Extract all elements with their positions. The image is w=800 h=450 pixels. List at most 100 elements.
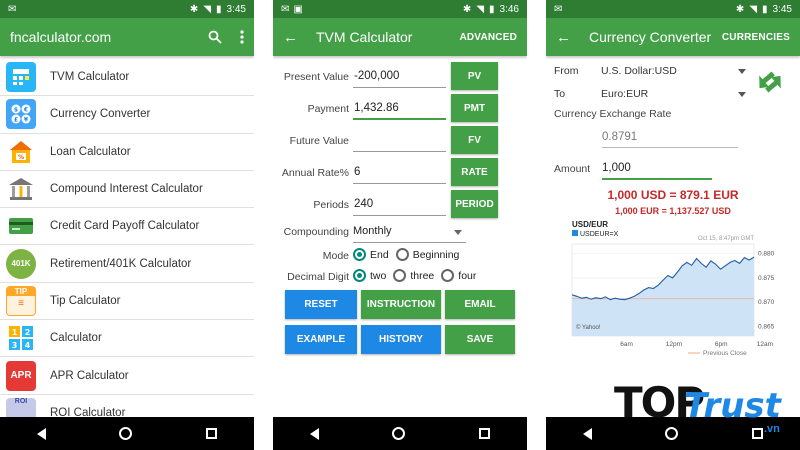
to-currency-select[interactable]: Euro:EUR bbox=[601, 88, 741, 100]
toptrust-logo: TOP Trust .vn bbox=[614, 378, 781, 435]
field-label: Compounding bbox=[283, 226, 349, 238]
mail-icon: ✉ bbox=[8, 3, 17, 15]
fv-button[interactable]: FV bbox=[451, 126, 498, 154]
svg-text:1: 1 bbox=[12, 328, 18, 337]
back-icon[interactable] bbox=[36, 427, 46, 440]
reset-button[interactable]: RESET bbox=[285, 290, 357, 319]
mode-beginning-radio[interactable]: Beginning bbox=[395, 248, 459, 261]
annual-rate-input[interactable]: 6 bbox=[353, 162, 446, 184]
pmt-button[interactable]: PMT bbox=[451, 94, 498, 122]
currencies-button[interactable]: CURRENCIES bbox=[722, 32, 790, 43]
y-tick-label: 0.880 bbox=[758, 251, 775, 258]
recents-icon[interactable] bbox=[206, 428, 218, 439]
instruction-button[interactable]: INSTRUCTION bbox=[361, 290, 441, 319]
dropdown-caret-icon bbox=[454, 230, 462, 235]
swap-arrows-icon[interactable] bbox=[752, 64, 788, 100]
present-value-input[interactable]: -200,000 bbox=[353, 66, 446, 88]
payment-input[interactable]: 1,432.86 bbox=[353, 98, 446, 120]
list-item-loan[interactable]: % Loan Calculator bbox=[0, 134, 254, 171]
bluetooth-icon: ✱ bbox=[735, 3, 745, 15]
example-button[interactable]: EXAMPLE bbox=[285, 325, 357, 354]
radio-checked-icon bbox=[353, 269, 366, 282]
status-bar: ✉ ✱ ◥ ▮ 3:45 bbox=[0, 0, 254, 18]
list-item-label: Calculator bbox=[50, 332, 102, 345]
payment-row: Payment 1,432.86 PMT bbox=[273, 94, 527, 122]
to-row: To Euro:EUR bbox=[554, 85, 754, 105]
action-buttons: RESET INSTRUCTION EMAIL EXAMPLE HISTORY … bbox=[285, 290, 515, 354]
y-tick-label: 0.870 bbox=[758, 299, 775, 306]
previous-close-legend: Previous Close bbox=[703, 350, 747, 357]
pv-button[interactable]: PV bbox=[451, 62, 498, 90]
notification-icons: ✉ bbox=[8, 4, 16, 15]
history-button[interactable]: HISTORY bbox=[361, 325, 441, 354]
bluetooth-icon: ✱ bbox=[462, 3, 472, 15]
list-item-label: Retirement/401K Calculator bbox=[50, 257, 192, 270]
exchange-rate-chart: USD/EUR USDEUR=X Oct 15, 8:47pm GMT 0.86… bbox=[571, 220, 775, 357]
search-icon[interactable] bbox=[208, 30, 222, 44]
screen-title: TVM Calculator bbox=[316, 29, 413, 45]
amount-input[interactable]: 1,000 bbox=[602, 158, 712, 180]
home-icon[interactable] bbox=[392, 427, 406, 440]
app-bar: fncalculator.com bbox=[0, 18, 254, 56]
svg-text:2: 2 bbox=[25, 328, 31, 337]
list-item-calculator[interactable]: 1234 Calculator bbox=[0, 320, 254, 358]
rate-button[interactable]: RATE bbox=[451, 158, 498, 186]
decimal-two-radio[interactable]: two bbox=[353, 269, 386, 282]
decimal-four-radio[interactable]: four bbox=[441, 269, 476, 282]
arrow-left-icon[interactable]: ← bbox=[556, 29, 571, 46]
period-button[interactable]: PERIOD bbox=[451, 190, 498, 218]
image-icon: ▣ bbox=[293, 3, 303, 15]
list-item-tvm[interactable]: TVM Calculator bbox=[0, 59, 254, 97]
chart-source: © Yahoo! bbox=[576, 324, 601, 331]
decimal-digit-row: Decimal Digit two three four bbox=[273, 264, 527, 290]
back-icon[interactable] bbox=[582, 427, 592, 440]
x-tick-label: 12pm bbox=[666, 341, 682, 348]
currency-icon: $ € £ ¥ bbox=[6, 99, 36, 130]
notification-icons: ✉ bbox=[554, 4, 562, 15]
periods-input[interactable]: 240 bbox=[353, 194, 446, 216]
compounding-select[interactable]: Monthly bbox=[353, 221, 466, 243]
arrow-left-icon[interactable]: ← bbox=[283, 29, 298, 46]
list-item-retirement[interactable]: 401K Retirement/401K Calculator bbox=[0, 245, 254, 283]
list-item-credit-card[interactable]: Credit Card Payoff Calculator bbox=[0, 208, 254, 246]
phone-tvm-calculator: ✉ ▣ ✱ ◥ ▮ 3:46 ← TVM Calculator ADVANCED … bbox=[273, 0, 527, 450]
list-item-apr[interactable]: APR APR Calculator bbox=[0, 357, 254, 395]
y-axis-ticks: 0.865 0.870 0.875 0.880 bbox=[758, 251, 775, 331]
future-value-input[interactable] bbox=[353, 130, 446, 152]
advanced-button[interactable]: ADVANCED bbox=[459, 32, 517, 43]
home-icon[interactable] bbox=[119, 427, 133, 440]
from-currency-select[interactable]: U.S. Dollar:USD bbox=[601, 65, 741, 77]
dropdown-caret-icon bbox=[738, 69, 746, 74]
list-item-tip[interactable]: TIP ≡ Tip Calculator bbox=[0, 283, 254, 321]
bank-icon bbox=[6, 174, 36, 205]
system-nav-bar bbox=[0, 417, 254, 450]
calculator-list: TVM Calculator $ € £ ¥ Currency Converter %… bbox=[0, 59, 254, 432]
field-label: Payment bbox=[307, 103, 349, 115]
system-nav-bar bbox=[273, 417, 527, 450]
exchange-rate-input[interactable]: 0.8791 bbox=[602, 128, 738, 148]
svg-text:4: 4 bbox=[25, 341, 31, 350]
recents-icon[interactable] bbox=[479, 428, 491, 439]
battery-icon: ▮ bbox=[489, 3, 495, 15]
chart-title: USD/EUR bbox=[572, 220, 608, 229]
retirement-icon: 401K bbox=[6, 248, 36, 279]
back-icon[interactable] bbox=[309, 427, 319, 440]
annual-rate-row: Annual Rate% 6 RATE bbox=[273, 158, 527, 186]
svg-text:$: $ bbox=[14, 107, 18, 114]
svg-text:€: € bbox=[23, 107, 28, 114]
decimal-three-radio[interactable]: three bbox=[393, 269, 434, 282]
notification-icons: ✉ ▣ bbox=[281, 4, 303, 15]
clock: 3:45 bbox=[226, 3, 246, 15]
overflow-menu-icon[interactable] bbox=[240, 30, 244, 44]
present-value-row: Present Value -200,000 PV bbox=[273, 62, 527, 90]
calculator-icon: 1234 bbox=[6, 323, 36, 354]
decimal-radio-group: two three four bbox=[353, 269, 476, 282]
list-item-currency[interactable]: $ € £ ¥ Currency Converter bbox=[0, 96, 254, 134]
email-button[interactable]: EMAIL bbox=[445, 290, 515, 319]
save-button[interactable]: SAVE bbox=[445, 325, 515, 354]
app-bar: ← TVM Calculator ADVANCED bbox=[273, 18, 527, 56]
mode-end-radio[interactable]: End bbox=[353, 248, 389, 261]
from-row: From U.S. Dollar:USD bbox=[554, 62, 754, 82]
list-item-compound-interest[interactable]: Compound Interest Calculator bbox=[0, 171, 254, 209]
mail-icon: ✉ bbox=[281, 3, 290, 15]
